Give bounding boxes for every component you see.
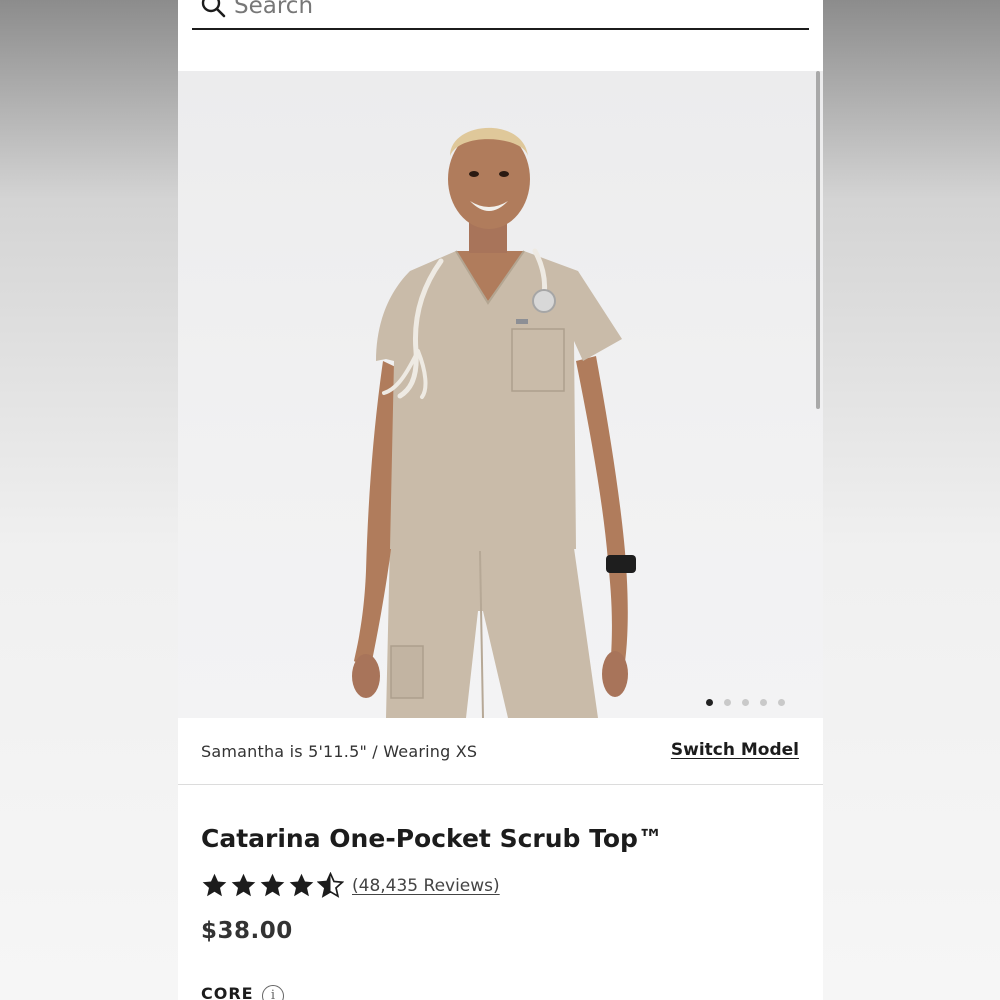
- search-icon: [201, 0, 226, 18]
- info-icon[interactable]: i: [262, 985, 284, 1000]
- carousel-dot[interactable]: [778, 699, 785, 706]
- collection-label: CORE: [201, 984, 254, 1000]
- model-photo: [352, 127, 636, 718]
- star-icon: [289, 873, 314, 897]
- carousel-dots: [706, 699, 785, 706]
- reviews-link[interactable]: (48,435 Reviews): [352, 876, 500, 896]
- search-input[interactable]: [234, 0, 794, 24]
- rating-row: (48,435 Reviews): [201, 872, 500, 899]
- switch-model-link[interactable]: Switch Model: [671, 740, 799, 760]
- star-half-icon: [317, 872, 344, 898]
- star-rating: [201, 872, 344, 899]
- carousel-dot[interactable]: [724, 699, 731, 706]
- product-image[interactable]: [178, 71, 823, 718]
- background-left: [0, 0, 178, 1000]
- carousel-dot[interactable]: [760, 699, 767, 706]
- star-icon: [202, 873, 227, 897]
- star-icon: [260, 873, 285, 897]
- product-price: $38.00: [201, 918, 293, 944]
- carousel-dot[interactable]: [742, 699, 749, 706]
- search-bar[interactable]: [192, 0, 809, 30]
- product-page: Samantha is 5'11.5" / Wearing XS Switch …: [178, 0, 823, 1000]
- model-size-text: Samantha is 5'11.5" / Wearing XS: [201, 742, 478, 761]
- background-right: [823, 0, 1000, 1000]
- model-info-row: Samantha is 5'11.5" / Wearing XS Switch …: [178, 718, 823, 785]
- carousel-dot[interactable]: [706, 699, 713, 706]
- page-scrollbar[interactable]: [816, 71, 820, 409]
- star-icon: [231, 873, 256, 897]
- product-title: Catarina One-Pocket Scrub Top™: [201, 824, 663, 853]
